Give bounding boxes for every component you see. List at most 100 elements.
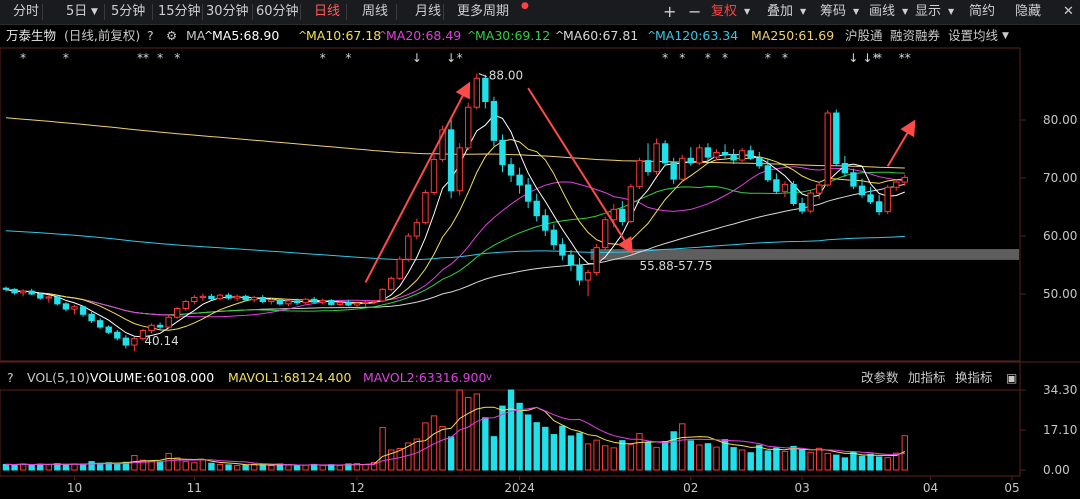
event-marker-icon[interactable]: * bbox=[765, 51, 771, 65]
candle bbox=[867, 186, 874, 205]
event-marker-icon[interactable]: ↓ bbox=[848, 51, 858, 65]
mavol1-value: MAVOL1:68124.400 bbox=[228, 370, 352, 385]
candle bbox=[79, 305, 87, 317]
candle bbox=[661, 140, 669, 167]
ma250-line bbox=[5, 117, 905, 169]
candle bbox=[730, 149, 737, 165]
candle bbox=[199, 293, 207, 301]
volume-bar bbox=[413, 438, 421, 471]
volume-bar bbox=[45, 464, 52, 471]
low-price-label: 40.14 bbox=[144, 334, 178, 348]
vol-link-1[interactable]: 加指标 bbox=[908, 367, 946, 389]
candle bbox=[251, 295, 258, 303]
candle bbox=[174, 306, 181, 319]
price-tick-label: 70.00 bbox=[1043, 171, 1077, 185]
volume-bar bbox=[696, 444, 703, 471]
vol-link-0[interactable]: 改参数 bbox=[861, 367, 899, 389]
candle bbox=[19, 289, 27, 297]
candle bbox=[490, 96, 498, 147]
help-icon[interactable]: ? bbox=[7, 367, 14, 389]
event-marker-icon[interactable]: ↓ bbox=[446, 51, 456, 65]
event-marker-icon[interactable]: * bbox=[722, 51, 728, 65]
candle bbox=[619, 201, 626, 226]
candle bbox=[901, 174, 908, 186]
candle bbox=[165, 315, 172, 329]
candle bbox=[28, 288, 35, 296]
volume-bar bbox=[756, 444, 763, 471]
volume-bar bbox=[208, 462, 215, 471]
settings-icon[interactable]: ▣ bbox=[1006, 367, 1017, 389]
volume-bar bbox=[704, 443, 712, 471]
candle bbox=[233, 294, 241, 301]
event-marker-icon[interactable]: * bbox=[320, 51, 326, 65]
event-marker-icon[interactable]: ↓ bbox=[412, 51, 422, 65]
event-marker-icon[interactable]: * bbox=[174, 51, 180, 65]
event-marker-icon[interactable]: * bbox=[457, 51, 463, 65]
volume-bar bbox=[225, 464, 232, 471]
volume-bar bbox=[841, 457, 849, 471]
volume-bar bbox=[619, 440, 626, 471]
x-tick-label: 10 bbox=[67, 481, 82, 495]
volume-bar bbox=[567, 435, 575, 471]
volume-bar bbox=[165, 452, 172, 471]
candle bbox=[507, 157, 515, 183]
volume-bar bbox=[798, 449, 806, 471]
volume-bar bbox=[285, 464, 292, 471]
candle bbox=[833, 109, 840, 167]
volume-bar bbox=[559, 425, 566, 471]
candle bbox=[122, 335, 130, 349]
candle bbox=[576, 258, 583, 286]
candle bbox=[430, 154, 438, 196]
x-tick-label: 04 bbox=[923, 481, 938, 495]
candle bbox=[602, 216, 609, 250]
event-marker-icon[interactable]: * bbox=[20, 51, 26, 65]
vol-link-2[interactable]: 换指标 bbox=[955, 367, 993, 389]
candle bbox=[11, 288, 18, 295]
volume-bar bbox=[482, 417, 489, 471]
volume-bar bbox=[867, 453, 874, 471]
price-tick-label: 60.00 bbox=[1043, 229, 1077, 243]
candle bbox=[627, 183, 635, 224]
volume-bar bbox=[465, 396, 472, 471]
candle bbox=[216, 294, 224, 301]
price-tick-label: 80.00 bbox=[1043, 113, 1077, 127]
event-marker-icon[interactable]: * bbox=[63, 51, 69, 65]
event-marker-icon[interactable]: * bbox=[662, 51, 668, 65]
event-marker-icon[interactable]: ** bbox=[899, 51, 911, 65]
volume-bar bbox=[79, 463, 87, 471]
candle bbox=[259, 295, 267, 304]
candle bbox=[345, 299, 352, 307]
candle bbox=[405, 233, 412, 262]
volume-bar bbox=[447, 436, 455, 471]
candle bbox=[636, 157, 643, 190]
high-price-label: 88.00 bbox=[489, 69, 523, 83]
event-marker-icon[interactable]: * bbox=[679, 51, 685, 65]
volume-bar bbox=[259, 464, 267, 471]
candle bbox=[559, 238, 566, 261]
candle bbox=[550, 224, 558, 250]
candle bbox=[499, 134, 506, 173]
event-marker-icon[interactable]: ** bbox=[137, 51, 149, 65]
candle bbox=[182, 299, 189, 311]
volume-bar bbox=[182, 461, 189, 471]
candle bbox=[456, 143, 463, 196]
candle bbox=[191, 295, 198, 305]
event-marker-icon[interactable]: * bbox=[705, 51, 711, 65]
volume-bar bbox=[679, 423, 686, 471]
candle bbox=[687, 147, 694, 166]
volume-bar bbox=[319, 464, 326, 471]
candle bbox=[593, 244, 600, 276]
volume-info-bar: ? VOL(5,10) VOLUME:60108.000 MAVOL1:68124.4… bbox=[0, 367, 1080, 389]
event-marker-icon[interactable]: * bbox=[876, 51, 882, 65]
candlestick-chart[interactable]: 80.0070.0060.0050.0034.3017.100.0010 11 12… bbox=[0, 0, 1080, 499]
rebound-arrow bbox=[886, 119, 916, 167]
candle bbox=[679, 154, 686, 182]
candle bbox=[516, 167, 523, 194]
volume-bar bbox=[156, 461, 164, 471]
candle bbox=[96, 318, 104, 329]
event-marker-icon[interactable]: * bbox=[782, 51, 788, 65]
event-marker-icon[interactable]: * bbox=[157, 51, 163, 65]
candle bbox=[370, 299, 378, 305]
event-marker-icon[interactable]: * bbox=[345, 51, 351, 65]
volume-bar bbox=[524, 414, 532, 471]
